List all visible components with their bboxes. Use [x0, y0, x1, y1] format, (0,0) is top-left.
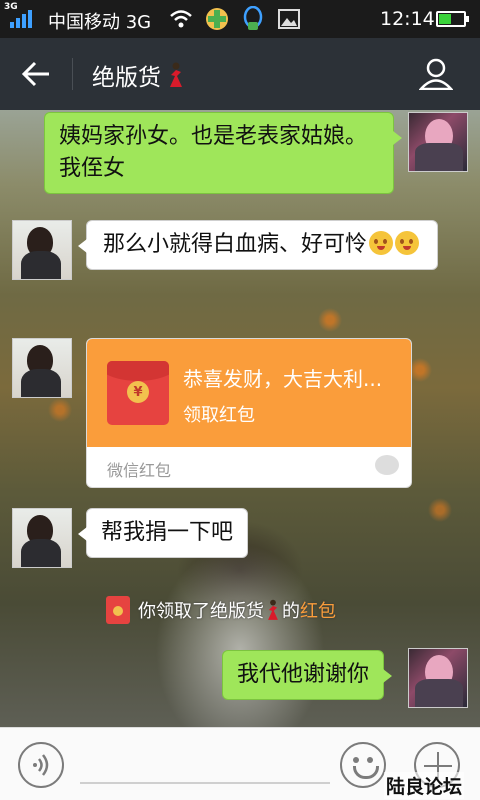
yuan-coin-icon: ¥ — [127, 381, 149, 403]
chat-title-text: 绝版货 — [92, 65, 161, 91]
message-text: 帮我捐一下吧 — [101, 520, 234, 545]
avatar-self[interactable] — [408, 648, 468, 708]
notice-prefix: 你领取了绝版货 — [138, 601, 264, 622]
clock: 12:14 — [380, 8, 435, 30]
battery-icon — [436, 11, 469, 27]
voice-button[interactable] — [18, 742, 64, 788]
red-packet-link[interactable]: 红包 — [300, 597, 336, 623]
red-packet-footer: 微信红包 — [107, 461, 172, 480]
chat-area[interactable]: 姨妈家孙女。也是老表家姑娘。我侄女 那么小就得白血病、好可怜 ¥ 恭喜发财，大吉… — [0, 110, 480, 727]
red-packet-greeting: 恭喜发财，大吉大利... — [183, 367, 383, 391]
message-bubble-outgoing[interactable]: 姨妈家孙女。也是老表家姑娘。我侄女 — [44, 112, 402, 194]
grinning-emoji-icon — [395, 231, 420, 255]
qq-notification-icon — [240, 6, 266, 32]
watermark: 陆良论坛 — [384, 772, 465, 799]
voice-icon — [33, 754, 49, 776]
message-text: 那么小就得白血病、好可怜 — [103, 232, 368, 257]
red-packet-notice: 你领取了绝版货 的 红包 — [106, 594, 336, 626]
app-notification-icon — [204, 6, 230, 32]
message-bubble-outgoing[interactable]: 我代他谢谢你 — [222, 650, 393, 700]
message-text: 我代他谢谢你 — [237, 662, 370, 687]
notification-icons — [168, 6, 302, 32]
back-button[interactable] — [14, 54, 58, 94]
emoji-button[interactable] — [340, 742, 386, 788]
wechat-logo-icon — [375, 455, 399, 475]
title-divider — [72, 58, 73, 90]
title-bar: 绝版货 — [0, 38, 480, 110]
red-packet-action: 领取红包 — [183, 405, 255, 426]
chat-title: 绝版货 — [92, 58, 187, 92]
message-bubble-incoming[interactable]: 那么小就得白血病、好可怜 — [78, 220, 438, 270]
grinning-emoji-icon — [369, 231, 394, 255]
red-packet-card[interactable]: ¥ 恭喜发财，大吉大利... 领取红包 微信红包 — [86, 338, 412, 488]
profile-button[interactable] — [414, 54, 458, 94]
status-bar: 3G 中国移动 3G 12:14 — [0, 0, 480, 38]
avatar-contact[interactable] — [12, 508, 72, 568]
dancer-emoji-icon — [268, 599, 278, 620]
arrow-left-icon — [21, 61, 49, 87]
carrier-label: 中国移动 3G — [48, 12, 152, 33]
message-bubble-incoming[interactable]: 帮我捐一下吧 — [77, 508, 249, 558]
red-envelope-icon: ¥ — [107, 361, 169, 425]
message-input[interactable] — [80, 782, 330, 784]
dancer-emoji-icon — [170, 62, 182, 87]
message-text: 姨妈家孙女。也是老表家姑娘。我侄女 — [59, 124, 368, 181]
notice-suffix: 的 — [282, 601, 300, 622]
signal-icon — [10, 10, 32, 28]
avatar-contact[interactable] — [12, 220, 72, 280]
person-icon — [419, 58, 453, 90]
avatar-contact[interactable] — [12, 338, 72, 398]
wifi-icon — [168, 6, 194, 32]
avatar-self[interactable] — [408, 112, 468, 172]
image-notification-icon — [276, 6, 302, 32]
red-envelope-icon — [106, 596, 130, 624]
